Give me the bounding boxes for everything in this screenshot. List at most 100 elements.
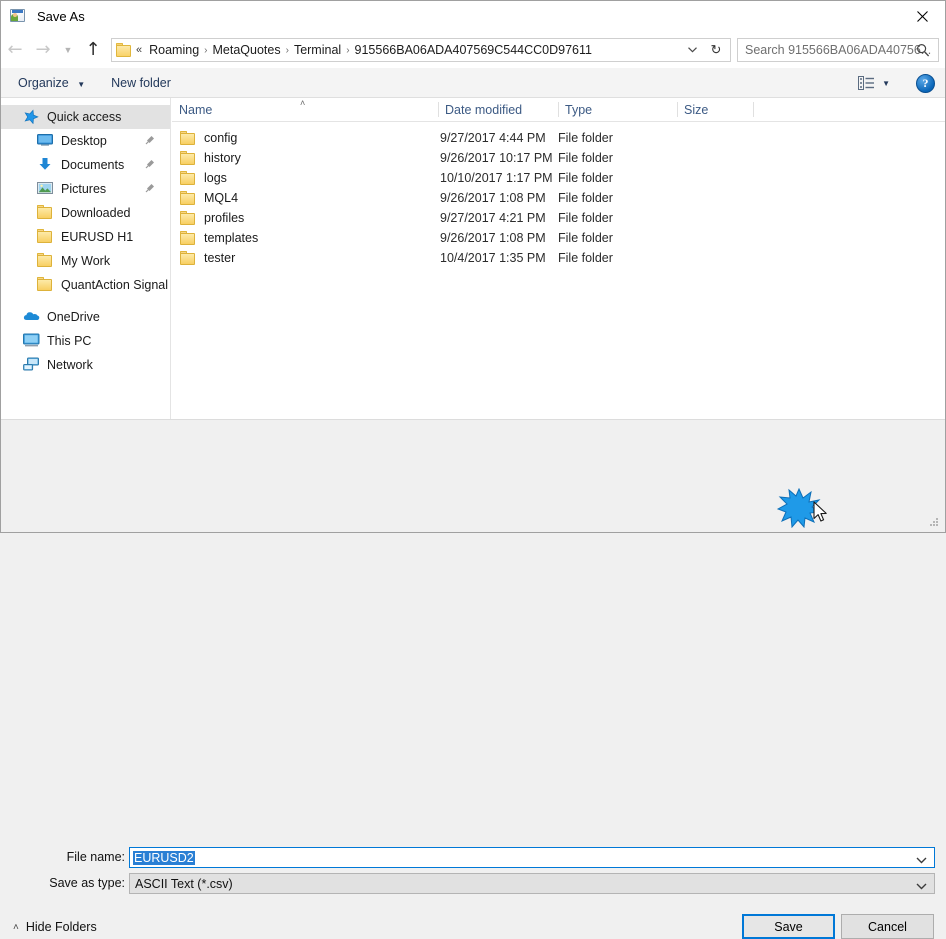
file-type-cell: File folder: [558, 251, 613, 265]
file-name-cell: config: [180, 131, 237, 145]
folder-icon: [180, 131, 196, 145]
sidebar-item-eurusd-h1[interactable]: EURUSD H1: [1, 225, 170, 249]
chevron-down-icon: ▼: [63, 45, 73, 55]
refresh-button[interactable]: ↻: [704, 39, 728, 61]
sidebar-item-label: Downloaded: [61, 206, 131, 220]
back-icon: ←: [7, 39, 23, 60]
file-name-text: profiles: [204, 211, 245, 225]
file-name-cell: history: [180, 151, 241, 165]
breadcrumb-current-folder[interactable]: 915566BA06ADA407569C544CC0D97611: [351, 43, 596, 57]
sidebar-item-label: Documents: [61, 158, 125, 172]
save-button[interactable]: Save: [742, 914, 835, 939]
search-input[interactable]: Search 915566BA06ADA40756...: [738, 43, 931, 57]
list-view-icon: [858, 76, 875, 90]
table-row[interactable]: MQL4 9/26/2017 1:08 PM File folder: [172, 188, 945, 208]
address-bar[interactable]: « Roaming › MetaQuotes › Terminal › 9155…: [111, 38, 731, 62]
sidebar-item-downloaded[interactable]: Downloaded: [1, 201, 170, 225]
pin-icon[interactable]: [145, 134, 156, 148]
file-name-label: File name:: [66, 850, 125, 864]
pin-icon[interactable]: [145, 158, 156, 172]
sidebar-item-label: QuantAction Signal: [61, 278, 169, 292]
table-row[interactable]: templates 9/26/2017 1:08 PM File folder: [172, 228, 945, 248]
table-row[interactable]: tester 10/4/2017 1:35 PM File folder: [172, 248, 945, 268]
file-name-cell: profiles: [180, 211, 244, 225]
table-row[interactable]: history 9/26/2017 10:17 PM File folder: [172, 148, 945, 168]
folder-icon: [116, 43, 132, 57]
chevron-down-icon: ▼: [882, 78, 890, 88]
save-as-type-label: Save as type:: [49, 876, 125, 890]
close-button[interactable]: [899, 1, 945, 32]
resize-grip[interactable]: [930, 518, 940, 528]
up-arrow-icon: ↑: [85, 39, 101, 60]
file-type-cell: File folder: [558, 191, 613, 205]
toolbar-right-group: ▼ ?: [854, 68, 935, 98]
file-name-cell: logs: [180, 171, 227, 185]
file-type-cell: File folder: [558, 151, 613, 165]
hide-folders-button[interactable]: ˄ Hide Folders: [13, 920, 97, 934]
sidebar-item-desktop[interactable]: Desktop: [1, 129, 170, 153]
recent-locations-button[interactable]: ▼: [57, 37, 79, 63]
breadcrumb-roaming[interactable]: Roaming: [145, 43, 203, 57]
sidebar-item-pictures[interactable]: Pictures: [1, 177, 170, 201]
up-button[interactable]: ↑: [79, 37, 107, 63]
back-button[interactable]: ←: [1, 37, 29, 63]
network-icon: [23, 357, 41, 373]
documents-icon: [37, 157, 55, 173]
save-as-type-select[interactable]: ASCII Text (*.csv): [129, 873, 935, 894]
file-name-text: tester: [204, 251, 236, 265]
folder-icon: [180, 251, 196, 265]
change-view-button[interactable]: ▼: [854, 74, 894, 92]
title-bar: Save As: [1, 1, 945, 32]
breadcrumb-terminal[interactable]: Terminal: [290, 43, 345, 57]
navigation-pane: Quick access Desktop Documents Pictures …: [1, 98, 171, 419]
help-button[interactable]: ?: [916, 73, 935, 93]
file-type-cell: File folder: [558, 171, 613, 185]
star-icon: [23, 109, 41, 125]
table-row[interactable]: profiles 9/27/2017 4:21 PM File folder: [172, 208, 945, 228]
sidebar-item-network[interactable]: Network: [1, 353, 170, 377]
folder-icon: [180, 211, 196, 225]
organize-button[interactable]: Organize ▼: [9, 73, 94, 93]
file-type-cell: File folder: [558, 131, 613, 145]
close-icon: [916, 11, 928, 22]
column-header-date-modified[interactable]: Date modified: [438, 98, 558, 121]
sidebar-item-label: Network: [47, 358, 93, 372]
sidebar-item-documents[interactable]: Documents: [1, 153, 170, 177]
sidebar-item-my-work[interactable]: My Work: [1, 249, 170, 273]
search-box[interactable]: Search 915566BA06ADA40756...: [737, 38, 939, 62]
sidebar-item-this-pc[interactable]: This PC: [1, 329, 170, 353]
file-name-input[interactable]: EURUSD2: [129, 847, 935, 868]
folder-icon: [37, 253, 55, 269]
thispc-icon: [23, 333, 41, 349]
column-headers: ˄ Name Date modified Type Size: [172, 98, 945, 122]
table-row[interactable]: logs 10/10/2017 1:17 PM File folder: [172, 168, 945, 188]
chevron-down-icon: [687, 47, 697, 53]
new-folder-button[interactable]: New folder: [102, 73, 180, 93]
column-header-name[interactable]: Name: [172, 98, 438, 121]
file-name-label-row: File name:: [21, 850, 125, 864]
sidebar-item-label: OneDrive: [47, 310, 100, 324]
file-type-cell: File folder: [558, 231, 613, 245]
file-date-cell: 9/27/2017 4:44 PM: [440, 131, 546, 145]
pin-icon[interactable]: [145, 182, 156, 196]
chevron-down-icon[interactable]: [916, 853, 927, 867]
file-name-cell: MQL4: [180, 191, 238, 205]
sidebar-item-label: This PC: [47, 334, 92, 348]
column-header-type[interactable]: Type: [558, 98, 677, 121]
forward-button[interactable]: →: [29, 37, 57, 63]
window-title: Save As: [37, 9, 85, 24]
file-name-text: history: [204, 151, 241, 165]
file-name-text: MQL4: [204, 191, 239, 205]
address-dropdown-button[interactable]: [682, 39, 702, 61]
sidebar-item-quantaction-signal[interactable]: QuantAction Signal: [1, 273, 170, 297]
breadcrumb-overflow[interactable]: «: [135, 44, 145, 56]
column-header-size[interactable]: Size: [677, 98, 753, 121]
folder-icon: [37, 229, 55, 245]
table-row[interactable]: config 9/27/2017 4:44 PM File folder: [172, 128, 945, 148]
sidebar-item-label: Quick access: [47, 110, 122, 124]
cancel-button[interactable]: Cancel: [841, 914, 934, 939]
sidebar-item-onedrive[interactable]: OneDrive: [1, 305, 170, 329]
breadcrumb-metaquotes[interactable]: MetaQuotes: [209, 43, 285, 57]
sidebar-item-quick-access[interactable]: Quick access: [1, 105, 170, 129]
chevron-down-icon[interactable]: [916, 879, 927, 893]
